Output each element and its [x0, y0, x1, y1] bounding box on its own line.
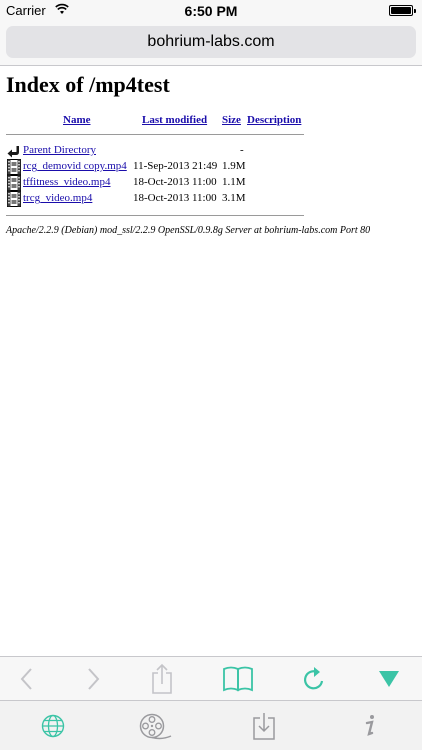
footer-divider — [6, 215, 304, 216]
browser-globe-icon[interactable] — [41, 714, 65, 738]
file-size: 1.9M — [222, 160, 246, 172]
forward-icon[interactable] — [84, 667, 102, 691]
movie-file-icon — [7, 159, 21, 175]
column-header-description[interactable]: Description — [247, 114, 301, 126]
info-icon[interactable] — [362, 713, 378, 739]
menu-down-icon[interactable] — [378, 669, 400, 689]
header-divider — [6, 134, 304, 135]
back-arrow-icon — [6, 143, 22, 159]
url-bar: bohrium-labs.com — [0, 22, 422, 66]
bookmarks-icon[interactable] — [222, 665, 254, 693]
status-bar: Carrier 6:50 PM — [0, 0, 422, 22]
movie-file-icon — [7, 191, 21, 207]
file-row: rcg_demovid copy.mp4 11-Sep-2013 21:49 1… — [6, 159, 306, 175]
battery-icon — [389, 5, 416, 16]
videos-icon[interactable] — [138, 712, 172, 742]
list-item-parent: Parent Directory - — [6, 143, 306, 159]
clock: 6:50 PM — [184, 3, 238, 19]
column-header-size[interactable]: Size — [222, 114, 241, 126]
parent-size: - — [240, 144, 244, 156]
parent-directory-link[interactable]: Parent Directory — [23, 144, 96, 156]
battery-fill — [391, 7, 411, 14]
column-header-last-modified[interactable]: Last modified — [142, 114, 207, 126]
file-size: 1.1M — [222, 176, 246, 188]
back-icon[interactable] — [18, 667, 36, 691]
navigation-toolbar — [0, 656, 422, 700]
file-row: trcg_video.mp4 18-Oct-2013 11:00 3.1M — [6, 191, 306, 207]
tab-bar — [0, 700, 422, 750]
file-date: 18-Oct-2013 11:00 — [133, 192, 217, 204]
file-date: 11-Sep-2013 21:49 — [133, 160, 218, 172]
downloads-icon[interactable] — [251, 711, 277, 741]
web-page: Index of /mp4test Name Last modified Siz… — [0, 67, 422, 656]
file-link[interactable]: rcg_demovid copy.mp4 — [23, 160, 127, 172]
movie-file-icon — [7, 175, 21, 191]
url-field[interactable]: bohrium-labs.com — [6, 26, 416, 58]
file-date: 18-Oct-2013 11:00 — [133, 176, 217, 188]
file-link[interactable]: trcg_video.mp4 — [23, 192, 92, 204]
server-signature: Apache/2.2.9 (Debian) mod_ssl/2.2.9 Open… — [6, 225, 371, 236]
share-icon[interactable] — [149, 663, 175, 695]
column-header-name[interactable]: Name — [63, 114, 91, 126]
file-link[interactable]: tffitness_video.mp4 — [23, 176, 110, 188]
battery-nub — [414, 9, 416, 13]
file-size: 3.1M — [222, 192, 246, 204]
file-row: tffitness_video.mp4 18-Oct-2013 11:00 1.… — [6, 175, 306, 191]
reload-icon[interactable] — [300, 665, 328, 693]
page-title: Index of /mp4test — [6, 72, 170, 97]
